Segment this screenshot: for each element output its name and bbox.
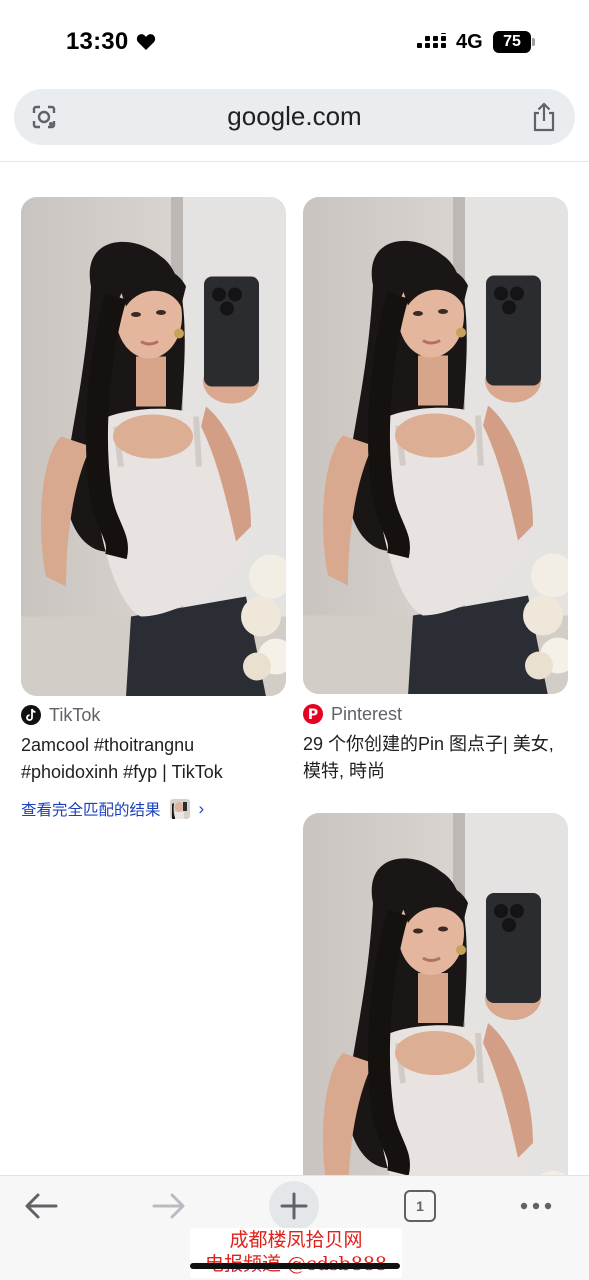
exact-match-thumbnail — [169, 799, 190, 819]
plus-icon — [280, 1192, 308, 1220]
status-time: 13:30 — [66, 28, 129, 55]
url-text[interactable]: google.com — [14, 101, 575, 132]
result-image-1[interactable] — [21, 197, 286, 696]
exact-match-label: 查看完全匹配的结果 — [21, 802, 161, 819]
network-type: 4G — [456, 31, 483, 53]
exact-match-link[interactable]: 查看完全匹配的结果 › — [21, 797, 204, 821]
result-title-2[interactable]: 29 个你创建的Pin 图点子| 美女, 模特, 時尚 — [303, 731, 563, 785]
result-source-1[interactable]: TikTok — [21, 704, 100, 726]
result-image-2[interactable] — [303, 197, 568, 694]
watermark-overlay: 成都楼凤拾贝网 电报频道 @cdsb888 — [190, 1228, 402, 1278]
battery-cap — [532, 38, 535, 46]
heart-icon — [136, 34, 156, 50]
selfie-photo — [303, 813, 568, 1233]
watermark-line-1: 成都楼凤拾贝网 — [229, 1229, 363, 1251]
home-indicator — [190, 1263, 400, 1269]
result-source-2[interactable]: P Pinterest — [303, 703, 402, 725]
source-name: TikTok — [49, 704, 101, 725]
more-icon[interactable] — [510, 1180, 562, 1232]
divider — [0, 161, 589, 162]
tiktok-icon — [21, 705, 41, 725]
signal-icon — [417, 33, 446, 48]
result-title-1[interactable]: 2amcool #thoitrangnu #phoidoxinh #fyp | … — [21, 732, 281, 786]
pinterest-icon: P — [303, 704, 323, 724]
svg-text:P: P — [308, 707, 318, 723]
chevron-right-icon: › — [198, 799, 205, 818]
selfie-photo — [21, 197, 286, 696]
back-arrow-icon[interactable] — [16, 1180, 68, 1232]
source-name: Pinterest — [331, 703, 403, 724]
address-bar[interactable]: google.com — [14, 89, 575, 145]
result-image-3[interactable] — [303, 813, 568, 1233]
share-icon[interactable] — [531, 102, 557, 132]
selfie-photo — [303, 197, 568, 694]
status-bar: 13:30 4G 75 — [0, 0, 589, 84]
tabs-icon[interactable]: 1 — [404, 1190, 436, 1222]
new-tab-button[interactable] — [269, 1181, 319, 1231]
battery-icon: 75 — [493, 31, 531, 53]
forward-arrow-icon[interactable] — [142, 1180, 194, 1232]
